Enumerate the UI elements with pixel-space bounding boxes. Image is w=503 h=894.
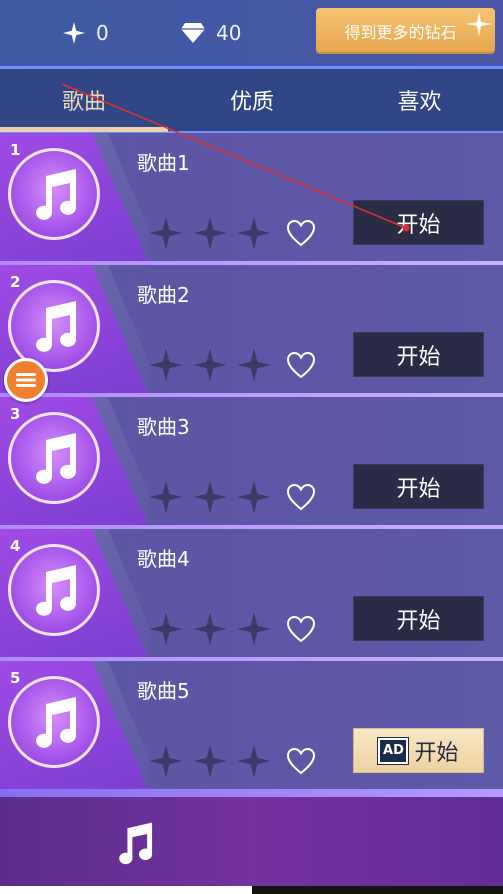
star-icon	[149, 348, 183, 382]
start-label: 开始	[396, 476, 441, 502]
song-row[interactable]: 1 歌曲1 开始	[0, 133, 503, 261]
stars-count: 0	[96, 21, 109, 45]
heart-outline-icon[interactable]	[286, 219, 316, 247]
song-title: 歌曲4	[137, 547, 190, 571]
song-row[interactable]: 5 歌曲5 AD 开始	[0, 661, 503, 789]
tab-bar: 歌曲 优质 喜欢	[0, 69, 503, 131]
song-cover	[8, 676, 100, 768]
song-number: 5	[10, 669, 21, 687]
diamonds-counter: 40	[180, 18, 241, 48]
star-icon	[237, 480, 271, 514]
tab-songs[interactable]: 歌曲	[0, 69, 168, 131]
star-icon	[237, 744, 271, 778]
star-icon	[193, 216, 227, 250]
get-more-diamonds-button[interactable]: 得到更多的钻石	[316, 8, 495, 54]
start-button[interactable]: 开始	[353, 596, 484, 641]
star-icon	[193, 612, 227, 646]
bottom-indicator-active	[0, 886, 252, 894]
star-icon	[193, 348, 227, 382]
start-button[interactable]: 开始	[353, 200, 484, 245]
song-row[interactable]: 3 歌曲3 开始	[0, 397, 503, 525]
song-rating	[148, 479, 272, 515]
song-number: 1	[10, 141, 21, 159]
get-more-diamonds-label: 得到更多的钻石	[344, 23, 457, 42]
heart-outline-icon[interactable]	[286, 351, 316, 379]
start-button[interactable]: 开始	[353, 464, 484, 509]
heart-outline-icon[interactable]	[286, 483, 316, 511]
start-button[interactable]: 开始	[353, 332, 484, 377]
music-note-icon	[36, 169, 76, 220]
song-rating	[148, 215, 272, 251]
ad-start-button[interactable]: AD 开始	[353, 728, 484, 773]
star-icon	[237, 612, 271, 646]
star-icon	[149, 480, 183, 514]
song-title: 歌曲1	[137, 151, 190, 175]
selected-tab-indicator	[0, 127, 168, 132]
top-bar: 0 40 得到更多的钻石	[0, 0, 503, 66]
star-icon	[237, 216, 271, 250]
song-number: 4	[10, 537, 21, 555]
star-icon	[193, 744, 227, 778]
song-row[interactable]: 4 歌曲4 开始	[0, 529, 503, 657]
stars-counter: 0	[62, 18, 109, 48]
music-note-icon[interactable]	[112, 820, 156, 866]
bottom-nav-bar	[0, 797, 503, 886]
song-rating	[148, 611, 272, 647]
sparkle-icon	[466, 11, 492, 37]
star-icon	[149, 744, 183, 778]
song-number: 3	[10, 405, 21, 423]
music-note-icon	[36, 697, 76, 748]
start-label: 开始	[396, 608, 441, 634]
tab-favorites[interactable]: 喜欢	[336, 69, 503, 131]
app-screen: 0 40 得到更多的钻石 歌曲 优质 喜欢 1 歌曲1 开始 2 歌曲2 开始 …	[0, 0, 503, 894]
music-note-icon	[36, 565, 76, 616]
song-cover	[8, 412, 100, 504]
heart-outline-icon[interactable]	[286, 747, 316, 775]
song-row[interactable]: 2 歌曲2 开始	[0, 265, 503, 393]
star-icon	[193, 480, 227, 514]
start-label: 开始	[396, 344, 441, 370]
song-title: 歌曲5	[137, 679, 190, 703]
music-note-icon	[36, 301, 76, 352]
star-icon	[149, 216, 183, 250]
song-number: 2	[10, 273, 21, 291]
song-cover	[8, 544, 100, 636]
start-label: 开始	[414, 740, 459, 766]
music-note-icon	[36, 433, 76, 484]
floating-menu-button[interactable]	[4, 358, 48, 402]
tab-quality[interactable]: 优质	[168, 69, 336, 131]
diamonds-count: 40	[216, 21, 242, 45]
hamburger-menu-icon	[16, 373, 36, 387]
song-rating	[148, 347, 272, 383]
song-cover	[8, 148, 100, 240]
row-separator	[0, 789, 503, 797]
song-title: 歌曲2	[137, 283, 190, 307]
song-title: 歌曲3	[137, 415, 190, 439]
song-rating	[148, 743, 272, 779]
star-icon	[63, 22, 85, 44]
star-icon	[149, 612, 183, 646]
diamond-icon	[181, 23, 205, 43]
star-icon	[237, 348, 271, 382]
bottom-indicator-strip	[0, 886, 503, 894]
start-label: 开始	[396, 212, 441, 238]
heart-outline-icon[interactable]	[286, 615, 316, 643]
ad-badge: AD	[377, 736, 410, 765]
